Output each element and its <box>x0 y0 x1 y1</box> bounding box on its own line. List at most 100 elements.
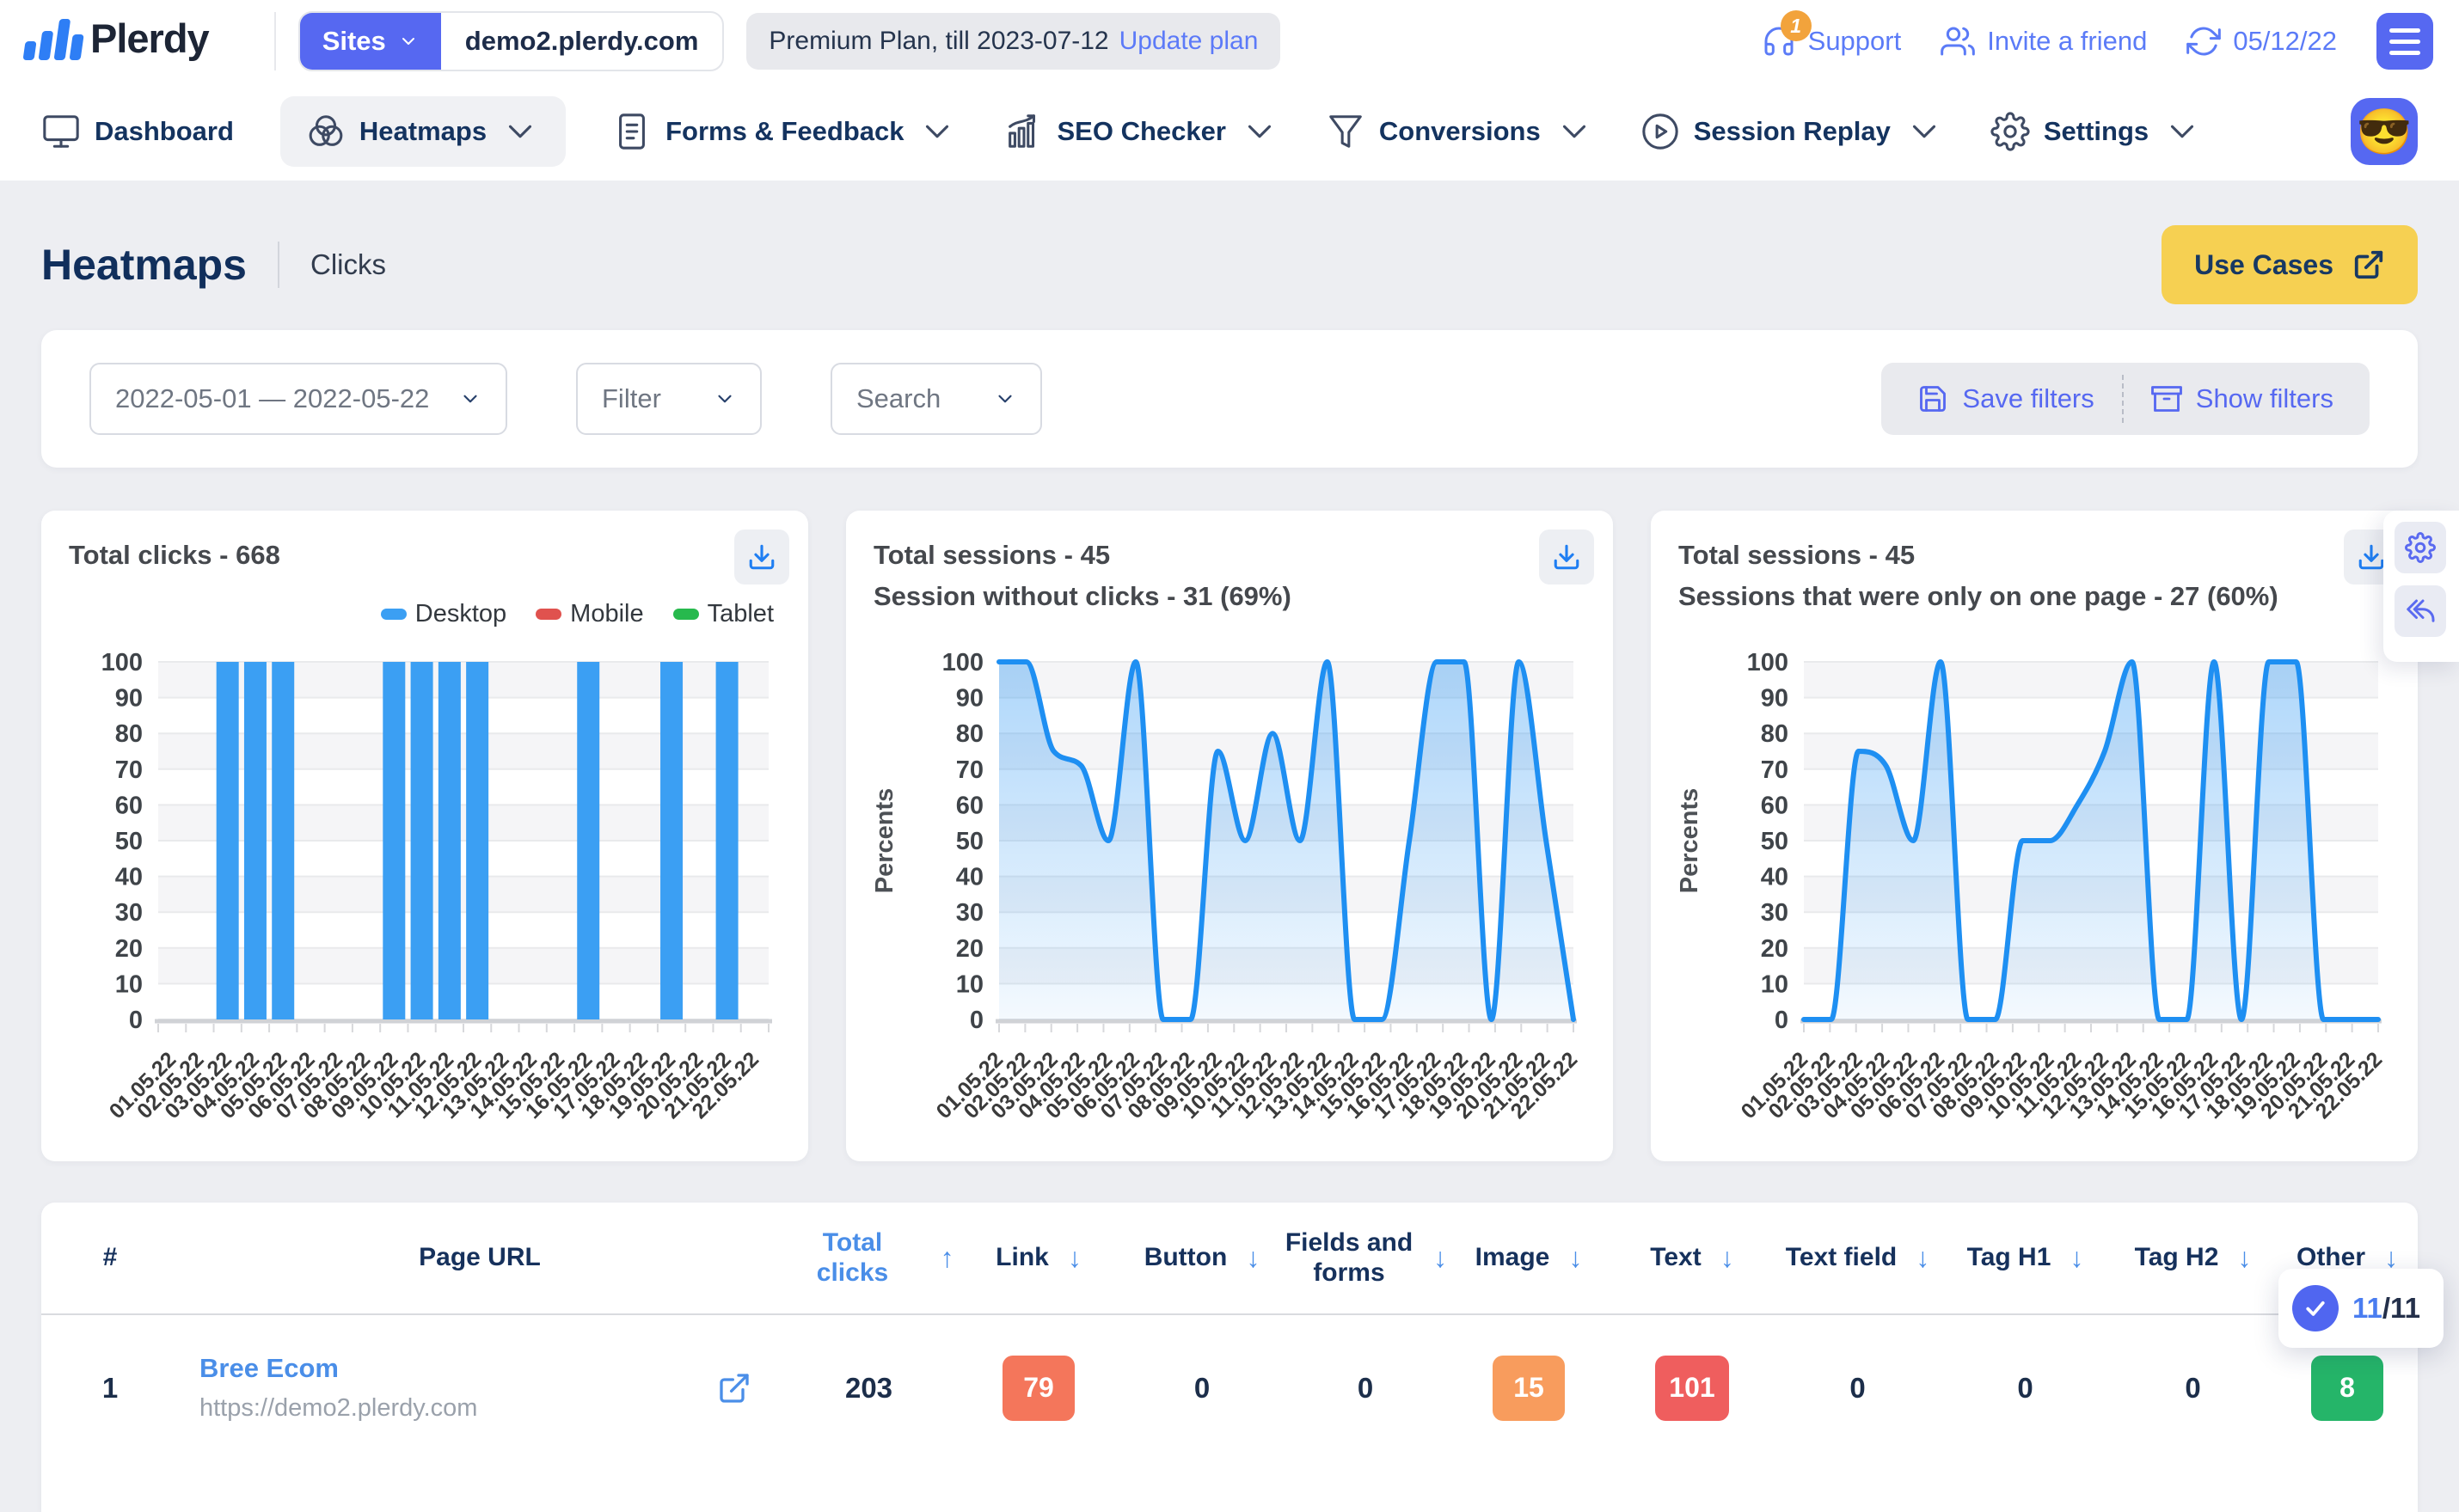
venn-icon <box>306 112 346 151</box>
user-avatar[interactable]: 😎 <box>2351 98 2418 165</box>
column-header-button[interactable]: Button↓ <box>1120 1203 1284 1314</box>
refresh-date[interactable]: 05/12/22 <box>2186 24 2337 58</box>
sites-label: Sites <box>322 26 386 57</box>
one-page-sessions-area-chart: 100908070605040302010001.05.2202.05.2203… <box>1675 640 2394 1155</box>
pages-table-card: # Page URL Total clicks↑Link↓Button↓Fields… <box>41 1203 2418 1512</box>
show-filters-button[interactable]: Show filters <box>2124 383 2361 414</box>
sort-down-icon[interactable]: ↓ <box>2237 1242 2251 1274</box>
column-label: Tag H2 <box>2135 1243 2219 1273</box>
count-badge: 79 <box>1003 1356 1075 1421</box>
legend-item-desktop[interactable]: Desktop <box>381 600 506 628</box>
column-header-text-field[interactable]: Text field↓ <box>1774 1203 1941 1314</box>
sort-down-icon[interactable]: ↓ <box>1720 1242 1734 1274</box>
svg-text:90: 90 <box>956 685 984 713</box>
svg-text:50: 50 <box>956 828 984 855</box>
legend-swatch <box>536 609 561 620</box>
count-badge: 15 <box>1493 1356 1565 1421</box>
sort-down-icon[interactable]: ↓ <box>1246 1242 1260 1274</box>
download-chart-button[interactable] <box>734 530 789 585</box>
count-badge: 8 <box>2311 1356 2383 1421</box>
sites-dropdown-button[interactable]: Sites <box>300 13 441 70</box>
filter-select[interactable]: Filter <box>576 363 762 435</box>
chevron-down-icon <box>994 388 1016 410</box>
save-filters-button[interactable]: Save filters <box>1890 383 2121 414</box>
legend-item-tablet[interactable]: Tablet <box>673 600 774 628</box>
undo-tool-button[interactable] <box>2395 585 2446 637</box>
legend-label: Tablet <box>708 600 774 628</box>
sort-down-icon[interactable]: ↓ <box>1433 1242 1447 1274</box>
use-cases-button[interactable]: Use Cases <box>2162 225 2418 304</box>
column-header-image[interactable]: Image↓ <box>1447 1203 1610 1314</box>
table-header: # Page URL Total clicks↑Link↓Button↓Fields… <box>41 1203 2418 1314</box>
users-icon <box>1941 24 1975 58</box>
page-title: Heatmaps <box>41 240 247 290</box>
menu-button[interactable] <box>2376 13 2433 70</box>
count-value: 0 <box>1120 1314 1284 1460</box>
svg-text:0: 0 <box>1775 1007 1788 1034</box>
legend-label: Desktop <box>415 600 506 628</box>
chevron-down-icon <box>1904 112 1944 151</box>
invite-friend-link[interactable]: Invite a friend <box>1941 24 2147 58</box>
support-notification-badge: 1 <box>1781 10 1812 41</box>
total-clicks-bar-chart: 100908070605040302010001.05.2202.05.2203… <box>65 640 784 1155</box>
chevron-down-icon <box>714 388 736 410</box>
nav-item-forms-feedback[interactable]: Forms & Feedback <box>612 112 957 151</box>
svg-text:90: 90 <box>1761 685 1788 713</box>
svg-text:10: 10 <box>1761 970 1788 998</box>
external-link-icon[interactable] <box>717 1371 751 1405</box>
svg-text:10: 10 <box>115 970 143 998</box>
nav-item-settings[interactable]: Settings <box>1990 112 2202 151</box>
sort-down-icon[interactable]: ↓ <box>1068 1242 1082 1274</box>
nav-item-dashboard[interactable]: Dashboard <box>41 112 234 151</box>
count-value: 0 <box>1774 1314 1941 1460</box>
sort-down-icon[interactable]: ↓ <box>2070 1242 2083 1274</box>
nav-item-seo-checker[interactable]: SEO Checker <box>1003 112 1279 151</box>
svg-text:80: 80 <box>1761 720 1788 748</box>
column-header-text[interactable]: Text↓ <box>1610 1203 1774 1314</box>
nav-label: Session Replay <box>1694 116 1891 147</box>
pages-table: # Page URL Total clicks↑Link↓Button↓Fields… <box>41 1203 2418 1460</box>
svg-text:80: 80 <box>956 720 984 748</box>
sort-down-icon[interactable]: ↓ <box>1916 1242 1929 1274</box>
column-header-fields-and-forms[interactable]: Fields and forms↓ <box>1284 1203 1447 1314</box>
nav-label: Conversions <box>1379 116 1541 147</box>
date-range-select[interactable]: 2022-05-01 — 2022-05-22 <box>89 363 507 435</box>
settings-tool-button[interactable] <box>2395 522 2446 573</box>
svg-text:70: 70 <box>956 756 984 784</box>
sort-up-icon[interactable]: ↑ <box>941 1242 954 1274</box>
support-link[interactable]: 1 Support <box>1762 24 1902 58</box>
plerdy-logo[interactable]: Plerdy <box>26 12 276 70</box>
column-label: # <box>103 1243 118 1273</box>
column-header-: # <box>41 1203 179 1314</box>
page-link[interactable]: Bree Ecom <box>199 1353 477 1384</box>
reply-all-icon <box>2405 596 2436 627</box>
search-select[interactable]: Search <box>831 363 1042 435</box>
check-circle-icon <box>2292 1285 2339 1331</box>
svg-text:60: 60 <box>956 792 984 819</box>
count-badge: 101 <box>1655 1356 1728 1421</box>
use-cases-label: Use Cases <box>2194 249 2333 281</box>
column-header-link[interactable]: Link↓ <box>957 1203 1120 1314</box>
svg-text:90: 90 <box>115 685 143 713</box>
column-header-total-clicks[interactable]: Total clicks↑ <box>781 1203 957 1314</box>
download-chart-button[interactable] <box>1539 530 1594 585</box>
legend-item-mobile[interactable]: Mobile <box>536 600 643 628</box>
show-filters-label: Show filters <box>2196 383 2333 414</box>
update-plan-link[interactable]: Update plan <box>1119 27 1259 56</box>
sort-down-icon[interactable]: ↓ <box>1568 1242 1582 1274</box>
nav-item-heatmaps[interactable]: Heatmaps <box>280 96 566 167</box>
current-site-domain[interactable]: demo2.plerdy.com <box>441 13 723 70</box>
form-icon <box>612 112 652 151</box>
column-header-tag-h1[interactable]: Tag H1↓ <box>1941 1203 2109 1314</box>
charts-row: Total clicks - 668 DesktopMobileTablet 1… <box>41 511 2418 1161</box>
column-label: Page URL <box>419 1243 541 1273</box>
total-clicks-chart-card: Total clicks - 668 DesktopMobileTablet 1… <box>41 511 808 1161</box>
gear-icon <box>1990 112 2030 151</box>
column-header-tag-h2[interactable]: Tag H2 ↓ <box>2109 1203 2277 1314</box>
nav-item-conversions[interactable]: Conversions <box>1326 112 1594 151</box>
filter-actions: Save filters Show filters <box>1881 363 2370 435</box>
nav-item-session-replay[interactable]: Session Replay <box>1640 112 1944 151</box>
legend-label: Mobile <box>570 600 643 628</box>
chevron-down-icon <box>500 112 540 151</box>
svg-text:100: 100 <box>101 649 143 676</box>
